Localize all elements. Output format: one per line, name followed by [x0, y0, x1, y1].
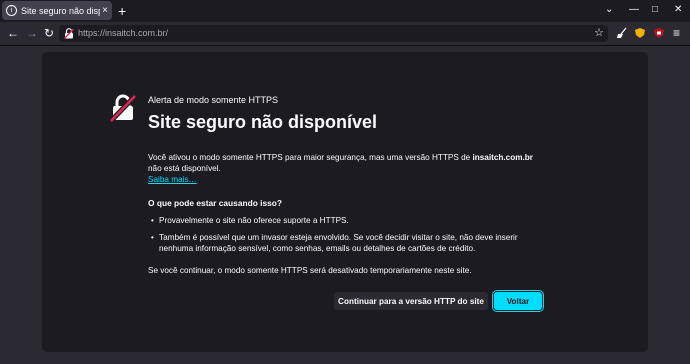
url-text: https://insaitch.com.br/ [78, 28, 169, 38]
shield-extension-icon[interactable] [634, 27, 646, 39]
cause-heading: O que pode estar causando isso? [148, 198, 283, 208]
description-text-end: não está disponível. [148, 163, 221, 173]
tab-title: Site seguro não disponível [21, 5, 100, 16]
page-content: Alerta de modo somente HTTPS Site seguro… [0, 46, 690, 364]
minimize-button[interactable]: — [629, 3, 639, 17]
address-bar[interactable]: https://insaitch.com.br/ ☆ [59, 25, 608, 42]
maximize-button[interactable]: □ [652, 3, 658, 17]
bookmark-star-icon[interactable]: ☆ [594, 26, 604, 40]
tab-bar: i Site seguro não disponível × + ⌄ — □ ✕ [0, 0, 690, 22]
list-item: Também é possível que um invasor esteja … [148, 232, 548, 255]
reload-button[interactable]: ↻ [44, 26, 54, 40]
error-card: Alerta de modo somente HTTPS Site seguro… [42, 52, 648, 352]
footnote: Se você continuar, o modo somente HTTPS … [148, 266, 472, 275]
page-title: Site seguro não disponível [148, 112, 378, 132]
alert-label: Alerta de modo somente HTTPS [148, 95, 279, 105]
cause-list: Provavelmente o site não oferece suporte… [148, 215, 548, 260]
back-button-primary[interactable]: Voltar [494, 292, 542, 310]
menu-button[interactable]: ≡ [673, 26, 680, 40]
description: Você ativou o modo somente HTTPS para ma… [148, 153, 538, 174]
list-item: Provavelmente o site não oferece suporte… [148, 215, 548, 227]
tab-close-icon[interactable]: × [102, 5, 108, 16]
insecure-lock-icon[interactable] [64, 28, 74, 39]
tab-active[interactable]: i Site seguro não disponível × [2, 1, 112, 20]
info-icon: i [6, 5, 17, 16]
insecure-lock-warning-icon [110, 94, 136, 122]
broom-extension-icon[interactable] [616, 27, 628, 39]
back-button[interactable]: ← [7, 26, 19, 40]
continue-http-button[interactable]: Continuar para a versão HTTP do site [334, 292, 488, 310]
description-text: Você ativou o modo somente HTTPS para ma… [148, 153, 473, 162]
tab-list-chevron-icon[interactable]: ⌄ [605, 3, 613, 17]
close-window-button[interactable]: ✕ [674, 3, 682, 17]
domain-name: insaitch.com.br [472, 153, 533, 162]
forward-button[interactable]: → [26, 26, 38, 40]
navigation-bar: ← → ↻ https://insaitch.com.br/ ☆ ≡ [0, 22, 690, 46]
new-tab-button[interactable]: + [118, 2, 126, 20]
learn-more-link[interactable]: Saiba mais… [148, 175, 197, 184]
ublock-extension-icon[interactable] [653, 27, 665, 39]
